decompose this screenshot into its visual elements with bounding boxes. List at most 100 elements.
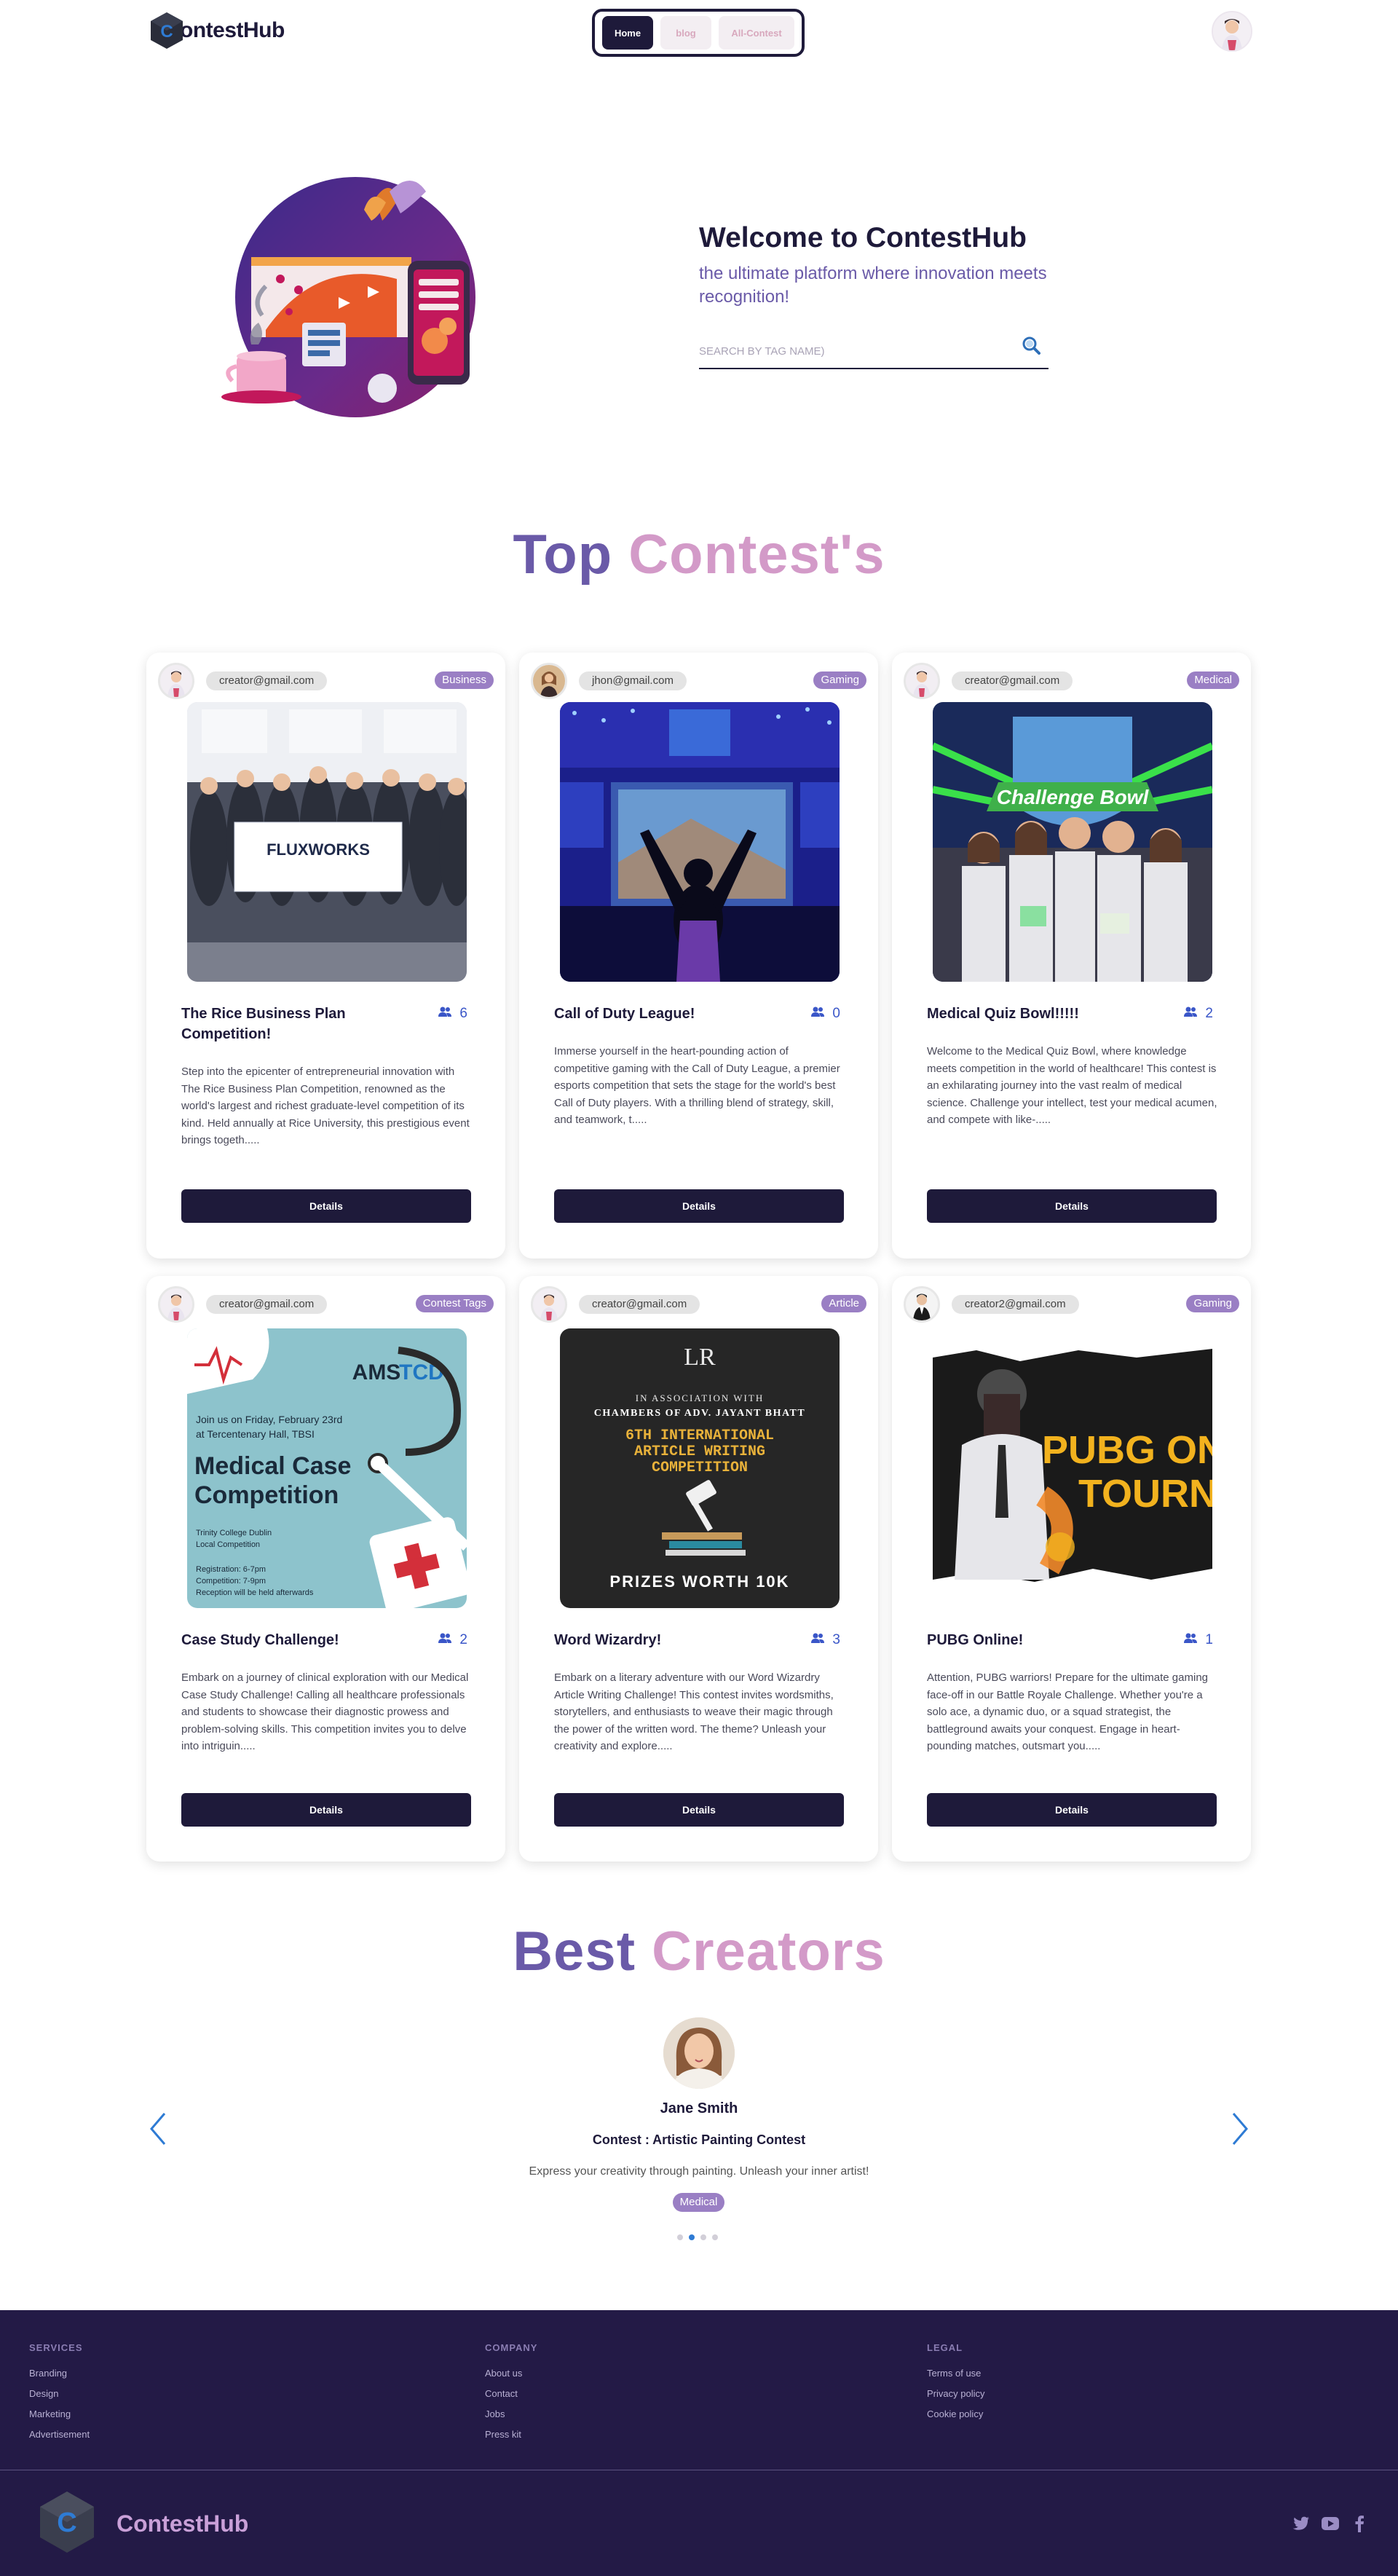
twitter-icon[interactable] xyxy=(1292,2514,1311,2533)
footer: SERVICES Branding Design Marketing Adver… xyxy=(0,2310,1398,2576)
nav-all-contest-button[interactable]: All-Contest xyxy=(719,16,794,50)
contest-tag-badge[interactable]: Gaming xyxy=(813,671,866,689)
svg-text:COMPETITION: COMPETITION xyxy=(652,1460,748,1476)
contest-tag-badge[interactable]: Contest Tags xyxy=(415,1295,494,1312)
contest-image: FLUXWORKS xyxy=(187,702,467,982)
contest-description: Immerse yourself in the heart-pounding a… xyxy=(554,1045,840,1126)
footer-link-about[interactable]: About us xyxy=(485,2368,537,2379)
footer-link-cookie[interactable]: Cookie policy xyxy=(927,2408,984,2419)
creator-avatar xyxy=(531,1286,567,1323)
check-image-text: FLUXWORKS xyxy=(266,840,370,859)
contest-tag-badge[interactable]: Article xyxy=(821,1295,866,1312)
participant-count: 2 xyxy=(438,1630,467,1650)
best-creators-heading-part2: Creators xyxy=(652,1921,885,1982)
users-icon xyxy=(810,1004,825,1024)
participant-count-value: 3 xyxy=(832,1632,840,1647)
contest-tag-badge[interactable]: Business xyxy=(435,671,494,689)
contest-image: PUBG ONLI TOURNA xyxy=(933,1328,1212,1608)
footer-link-advertisement[interactable]: Advertisement xyxy=(29,2429,90,2440)
user-avatar[interactable] xyxy=(1212,11,1252,52)
youtube-icon[interactable] xyxy=(1321,2514,1340,2533)
creator-avatar xyxy=(158,1286,194,1323)
participant-count-value: 2 xyxy=(1205,1006,1213,1021)
creator-tag-badge[interactable]: Medical xyxy=(673,2193,724,2212)
footer-brand-name[interactable]: ContestHub xyxy=(116,2510,248,2537)
hero-illustration xyxy=(208,170,488,425)
footer-link-contact[interactable]: Contact xyxy=(485,2388,537,2399)
contest-title: Case Study Challenge! xyxy=(181,1632,339,1648)
contest-description: Embark on a journey of clinical explorat… xyxy=(181,1671,469,1752)
hexagon-logo-icon: C xyxy=(149,12,184,50)
search-input[interactable] xyxy=(699,340,1005,362)
details-button[interactable]: Details xyxy=(181,1189,471,1223)
footer-legal: LEGAL Terms of use Privacy policy Cookie… xyxy=(927,2342,984,2429)
users-icon xyxy=(438,1630,452,1650)
creator-email: creator@gmail.com xyxy=(206,1295,328,1314)
footer-link-jobs[interactable]: Jobs xyxy=(485,2408,537,2419)
search-bar xyxy=(699,331,1048,369)
facebook-icon[interactable] xyxy=(1350,2514,1369,2533)
creator-email: creator@gmail.com xyxy=(952,671,1073,690)
details-button[interactable]: Details xyxy=(554,1793,844,1827)
contest-tag-badge[interactable]: Gaming xyxy=(1186,1295,1239,1312)
carousel-dot[interactable] xyxy=(677,2234,683,2240)
contest-card: creator@gmail.com Contest Tags AMS TCD J… xyxy=(146,1276,505,1862)
contest-title: Medical Quiz Bowl!!!!! xyxy=(927,1006,1079,1022)
details-button[interactable]: Details xyxy=(927,1189,1217,1223)
contest-title: The Rice Business Plan Competition! xyxy=(181,1006,346,1042)
footer-link-marketing[interactable]: Marketing xyxy=(29,2408,90,2419)
svg-text:IN ASSOCIATION WITH: IN ASSOCIATION WITH xyxy=(636,1393,764,1403)
participant-count-value: 6 xyxy=(459,1006,467,1021)
users-icon xyxy=(1183,1630,1198,1650)
participant-count: 6 xyxy=(438,1004,467,1024)
footer-link-terms[interactable]: Terms of use xyxy=(927,2368,984,2379)
search-icon xyxy=(1022,336,1040,357)
carousel-dot-active[interactable] xyxy=(689,2234,695,2240)
contest-card: creator2@gmail.com Gaming PUBG ONLI TOUR… xyxy=(892,1276,1251,1862)
contest-image xyxy=(560,702,840,982)
details-button[interactable]: Details xyxy=(927,1793,1217,1827)
users-icon xyxy=(1183,1004,1198,1024)
hero-title: Welcome to ContestHub xyxy=(699,222,1027,253)
footer-services: SERVICES Branding Design Marketing Adver… xyxy=(29,2342,90,2449)
participant-count-value: 0 xyxy=(832,1006,840,1021)
contest-card: jhon@gmail.com Gaming Call of Duty Leagu… xyxy=(519,653,878,1259)
details-button[interactable]: Details xyxy=(181,1793,471,1827)
users-icon xyxy=(810,1630,825,1650)
top-contests-heading: Top Contest's xyxy=(0,523,1398,586)
creator-email: creator2@gmail.com xyxy=(952,1295,1079,1314)
creator-avatar xyxy=(531,663,567,699)
creator-avatar xyxy=(158,663,194,699)
creator-name: Jane Smith xyxy=(660,2100,738,2116)
creator-email: jhon@gmail.com xyxy=(579,671,687,690)
carousel-dot[interactable] xyxy=(712,2234,718,2240)
footer-link-privacy[interactable]: Privacy policy xyxy=(927,2388,984,2399)
footer-link-branding[interactable]: Branding xyxy=(29,2368,90,2379)
card-header: creator@gmail.com Business xyxy=(158,663,494,699)
top-contests-heading-part1: Top xyxy=(513,524,613,586)
contest-card: creator@gmail.com Medical Challenge Bowl… xyxy=(892,653,1251,1259)
svg-text:Trinity College Dublin: Trinity College Dublin xyxy=(196,1529,272,1537)
contest-tag-badge[interactable]: Medical xyxy=(1187,671,1239,689)
nav-home-button[interactable]: Home xyxy=(602,16,653,50)
contest-card: creator@gmail.com Article LR IN ASSOCIAT… xyxy=(519,1276,878,1862)
footer-link-press-kit[interactable]: Press kit xyxy=(485,2429,537,2440)
brand-logo[interactable]: C ontestHub xyxy=(149,12,285,50)
creator-photo xyxy=(663,2017,735,2089)
contest-description: Attention, PUBG warriors! Prepare for th… xyxy=(927,1671,1209,1752)
best-creators-heading: Best Creators xyxy=(0,1920,1398,1983)
svg-text:Registration: 6-7pm: Registration: 6-7pm xyxy=(196,1565,266,1574)
svg-text:AMS: AMS xyxy=(352,1360,401,1384)
brand-name: ontestHub xyxy=(180,18,285,42)
footer-services-heading: SERVICES xyxy=(29,2342,83,2353)
participant-count: 2 xyxy=(1183,1004,1213,1024)
contest-title: Word Wizardry! xyxy=(554,1632,662,1648)
details-button[interactable]: Details xyxy=(554,1189,844,1223)
nav-blog-button[interactable]: blog xyxy=(660,16,711,50)
svg-text:ARTICLE WRITING: ARTICLE WRITING xyxy=(634,1443,765,1460)
footer-link-design[interactable]: Design xyxy=(29,2388,90,2399)
search-button[interactable] xyxy=(1016,331,1046,361)
carousel-dot[interactable] xyxy=(700,2234,706,2240)
carousel-pagination xyxy=(677,2234,718,2240)
contest-title: PUBG Online! xyxy=(927,1632,1024,1648)
